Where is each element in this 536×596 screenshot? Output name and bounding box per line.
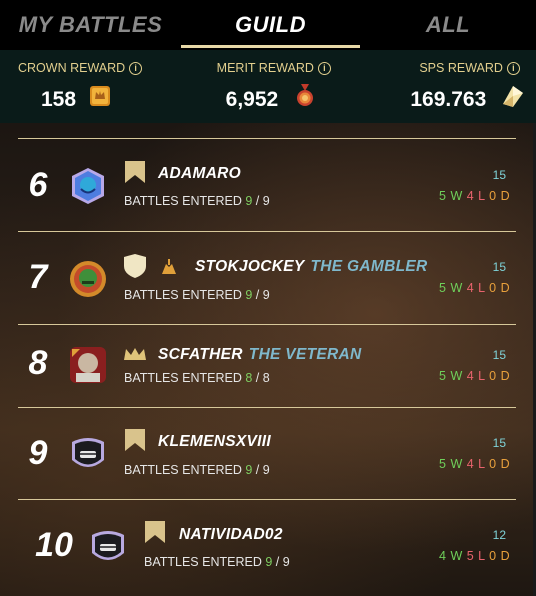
divider [18,138,516,139]
win-loss-draw: 5 W 4 L 0 D [439,457,511,471]
player-title: THE GAMBLER [310,258,428,275]
sps-reward-title: SPS REWARD i [419,61,520,75]
merit-reward-title: MERIT REWARD i [217,61,331,75]
player-name-text: NATIVIDAD02 [179,526,283,543]
tab-my-battles[interactable]: MY BATTLES [0,0,181,50]
merit-reward-value: 6,952 [225,88,279,111]
player-name-text: STOKJOCKEY [195,258,305,275]
player-name[interactable]: STOKJOCKEY THE GAMBLER [195,258,428,276]
rank-number: 10 [35,526,73,564]
rank-number: 9 [28,434,48,472]
total-count: 9 [282,555,290,569]
player-avatar[interactable] [68,345,108,385]
entered-count: 9 [245,463,253,477]
total-count: 9 [262,194,270,208]
win-loss-draw: 5 W 4 L 0 D [439,189,511,203]
player-name-text: SCFATHER [158,346,243,363]
row-divider [18,231,516,232]
row-divider [18,324,516,325]
merit-reward-label: MERIT REWARD [216,61,314,75]
crown-token-icon [90,86,110,106]
rank-number: 7 [28,258,48,296]
sps-reward-label: SPS REWARD [419,61,503,75]
gambler-title-icon [162,259,176,274]
crown-reward: CROWN REWARD i 158 [0,50,179,123]
sps-reward-value: 169.763 [410,88,487,111]
battles-entered-label: BATTLES ENTERED [124,463,242,477]
player-name[interactable]: ADAMARO [158,165,241,183]
player-avatar[interactable] [88,527,128,567]
bookmark-icon [145,521,165,543]
crown-icon [124,348,146,360]
total-count: 9 [262,288,270,302]
battles-entered: BATTLES ENTERED 9 / 9 [144,555,290,569]
row-divider [18,499,516,500]
tab-bar: MY BATTLES GUILD ALL [0,0,536,50]
info-icon[interactable]: i [506,62,520,75]
player-name-text: ADAMARO [158,165,242,182]
win-loss-draw: 5 W 4 L 0 D [439,369,511,383]
total-count: 8 [262,371,270,385]
player-avatar[interactable] [68,434,108,474]
battles-entered-label: BATTLES ENTERED [144,555,262,569]
merit-medal-icon [296,84,313,106]
crown-reward-title: CROWN REWARD i [18,61,143,75]
rank-number: 6 [28,166,48,204]
rewards-bar: CROWN REWARD i 158 MERIT REWARD i 6,952 SP… [0,50,536,123]
entered-count: 9 [245,288,253,302]
row-divider [18,407,516,408]
battles-entered: BATTLES ENTERED 9 / 9 [124,194,270,208]
sps-crystal-icon [503,86,524,107]
bookmark-icon [125,161,145,183]
entered-count: 9 [245,194,253,208]
win-loss-draw: 5 W 4 L 0 D [439,281,511,295]
tab-guild[interactable]: GUILD [181,0,360,50]
crown-reward-value: 158 [41,88,77,111]
sps-reward: SPS REWARD i 169.763 [357,50,536,123]
player-avatar[interactable] [68,166,108,206]
player-name[interactable]: KLEMENSXVIII [158,433,271,451]
total-count: 9 [262,463,270,477]
battles-entered-label: BATTLES ENTERED [124,288,242,302]
entered-count: 8 [245,371,253,385]
win-loss-draw: 4 W 5 L 0 D [439,549,511,563]
score: 15 [492,348,506,362]
player-name-text: KLEMENSXVIII [158,433,271,450]
info-icon[interactable]: i [317,62,331,75]
score: 15 [492,260,506,274]
battles-entered-label: BATTLES ENTERED [124,371,242,385]
score: 15 [492,168,506,182]
bookmark-icon [125,429,145,451]
tab-all[interactable]: ALL [360,0,536,50]
battles-entered: BATTLES ENTERED 9 / 9 [124,288,270,302]
rank-number: 8 [28,344,48,382]
player-name[interactable]: NATIVIDAD02 [179,526,283,544]
crown-reward-label: CROWN REWARD [18,61,126,75]
player-title: THE VETERAN [248,346,362,363]
player-avatar[interactable] [68,259,108,299]
player-name[interactable]: SCFATHER THE VETERAN [158,346,361,364]
info-icon[interactable]: i [129,62,143,75]
score: 12 [492,528,506,542]
entered-count: 9 [265,555,273,569]
shield-icon [124,254,146,278]
battles-entered: BATTLES ENTERED 8 / 8 [124,371,270,385]
merit-reward: MERIT REWARD i 6,952 [179,50,358,123]
battles-entered-label: BATTLES ENTERED [124,194,242,208]
battles-entered: BATTLES ENTERED 9 / 9 [124,463,270,477]
score: 15 [492,436,506,450]
